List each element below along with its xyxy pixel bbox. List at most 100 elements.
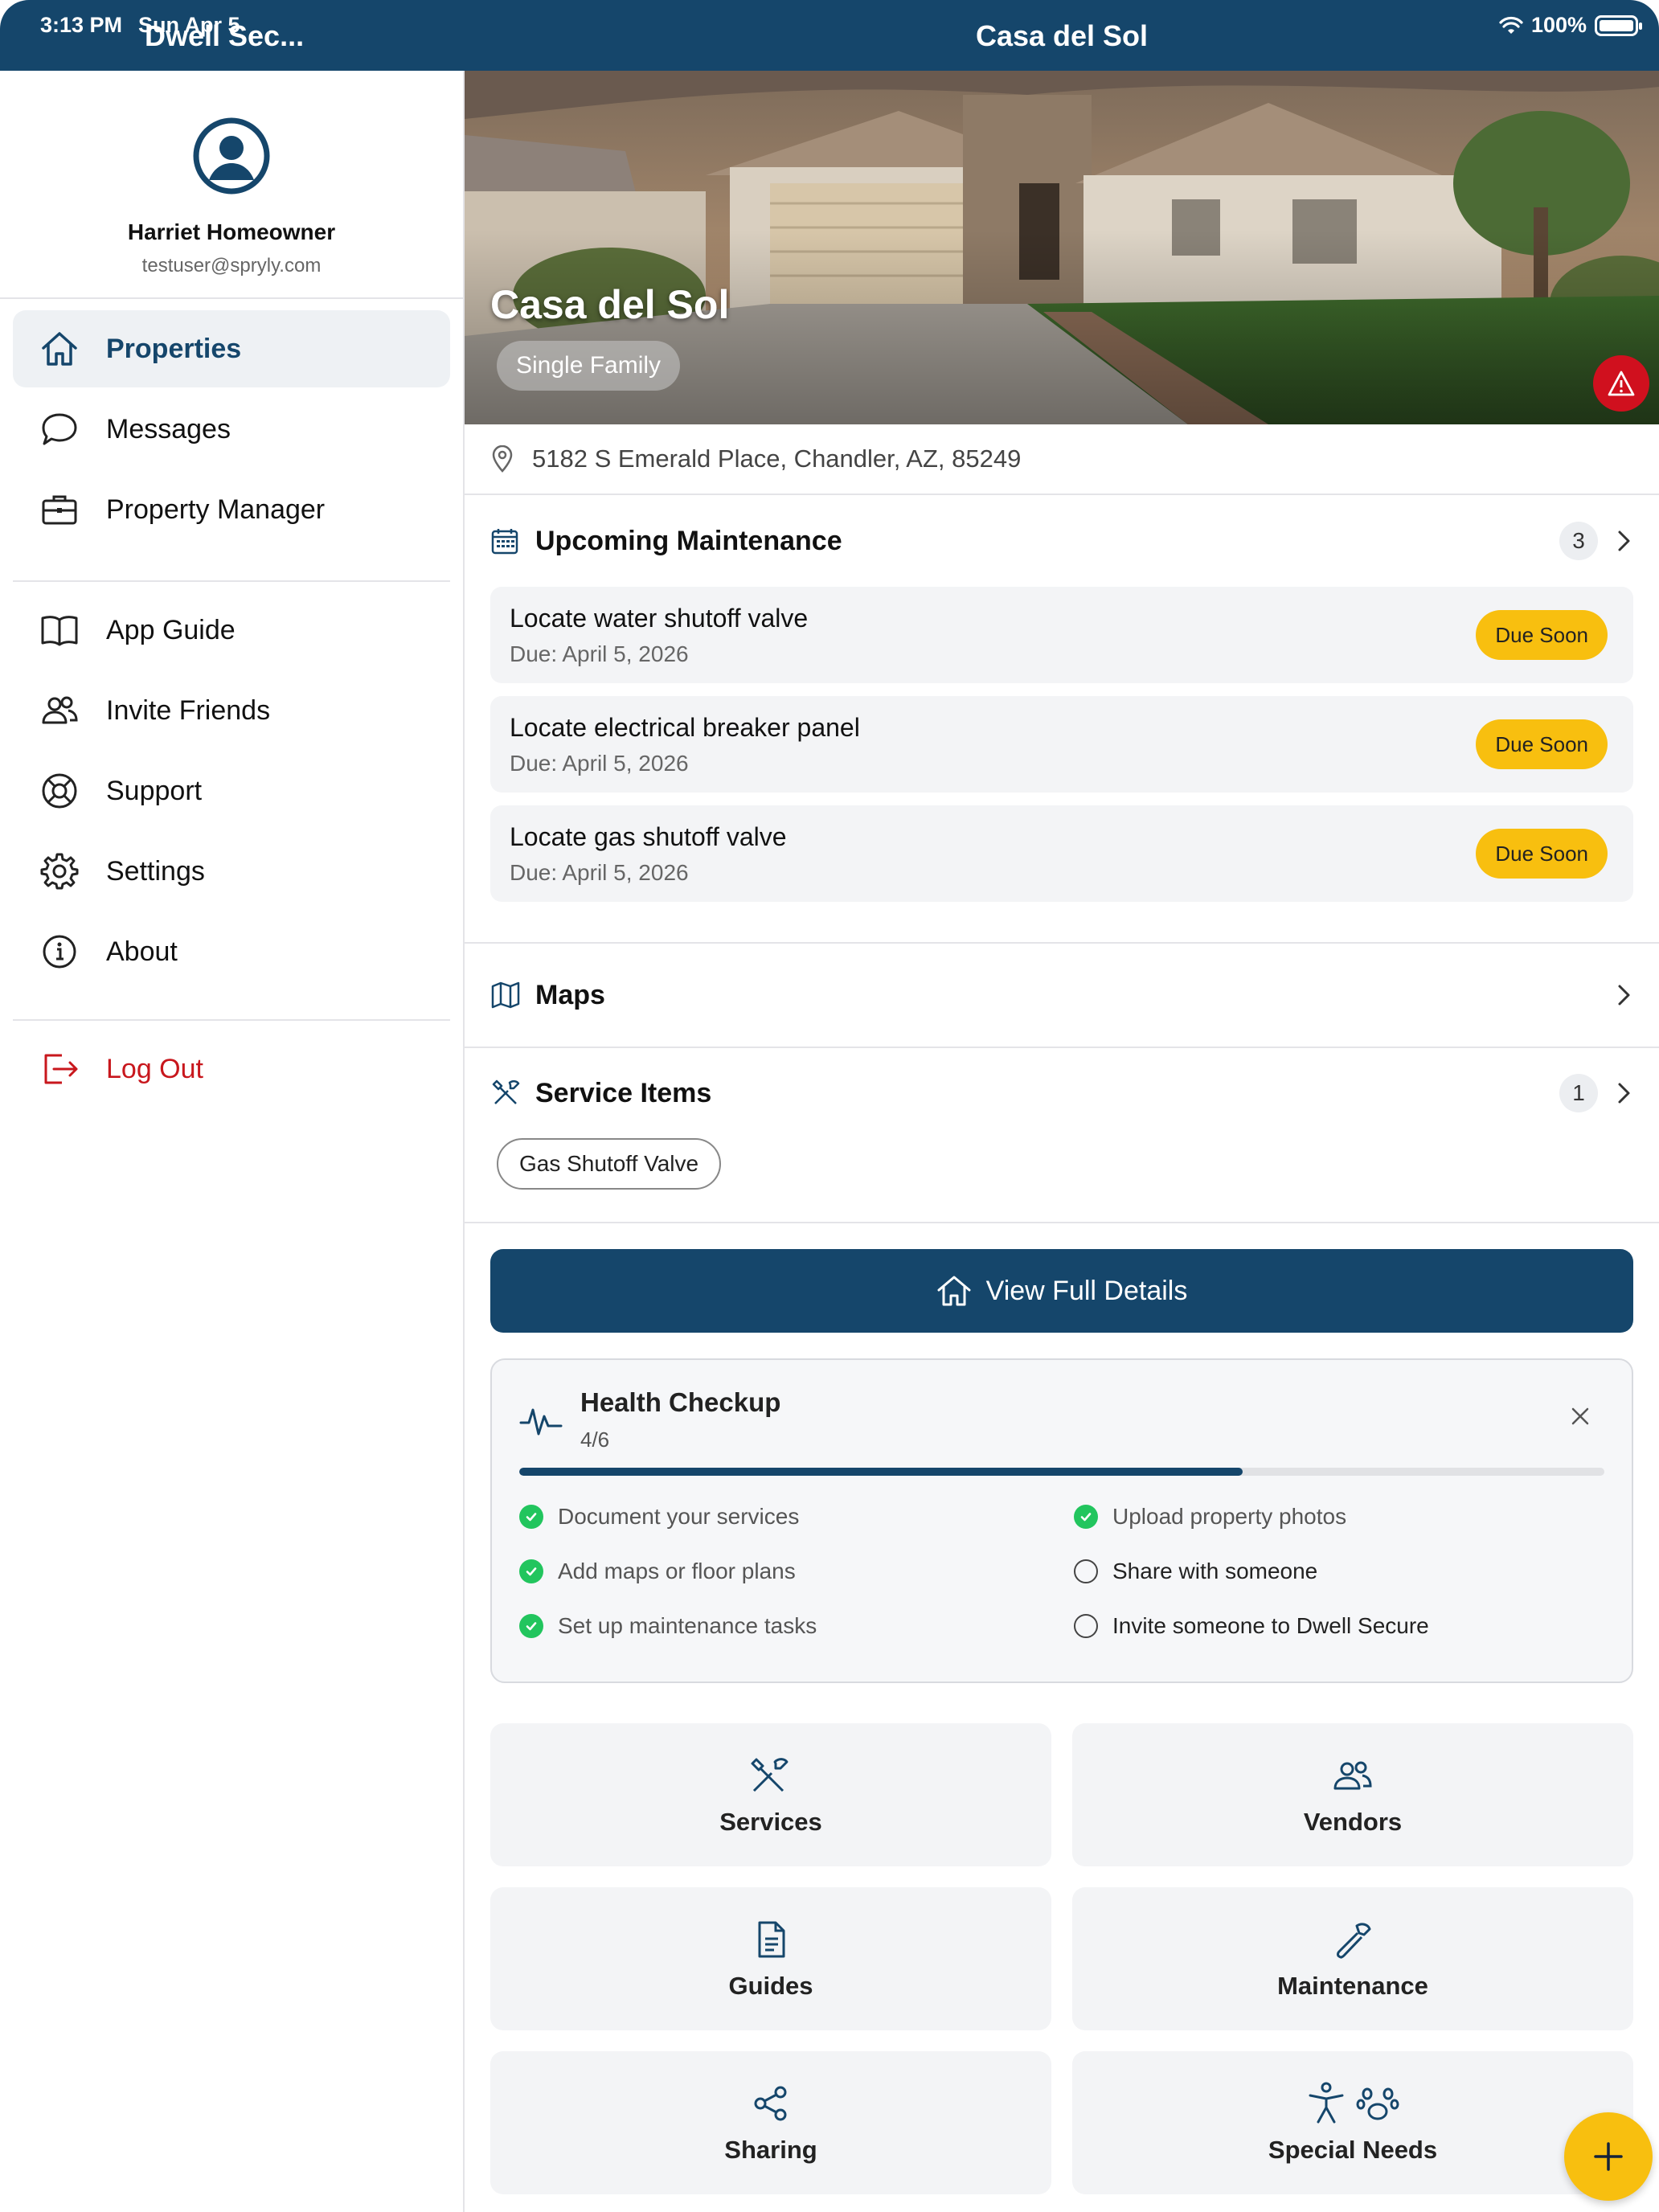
- tools-icon: [490, 1078, 521, 1108]
- logout-button[interactable]: Log Out: [13, 1030, 450, 1108]
- tools-icon: [748, 1753, 794, 1798]
- maintenance-due: Due: April 5, 2026: [510, 750, 689, 776]
- info-icon: [39, 931, 80, 973]
- checklist-item[interactable]: Invite someone to Dwell Secure: [1074, 1612, 1604, 1640]
- section-title: Maps: [535, 979, 605, 1010]
- tile-label: Services: [719, 1808, 822, 1836]
- sidebar-item-property-manager[interactable]: Property Manager: [13, 471, 450, 548]
- view-full-details-label: View Full Details: [985, 1275, 1188, 1306]
- checklist-item: Document your services: [519, 1503, 1074, 1530]
- maintenance-count-badge: 3: [1559, 522, 1598, 560]
- logout-label: Log Out: [106, 1053, 203, 1084]
- upcoming-maintenance-header[interactable]: Upcoming Maintenance 3: [465, 495, 1659, 587]
- add-button[interactable]: [1564, 2112, 1653, 2201]
- tile-special-needs[interactable]: Special Needs: [1072, 2051, 1633, 2194]
- health-checkup-count: 4/6: [580, 1428, 610, 1452]
- due-soon-badge: Due Soon: [1476, 829, 1608, 879]
- section-title: Upcoming Maintenance: [535, 525, 842, 556]
- checklist-label: Add maps or floor plans: [558, 1559, 796, 1583]
- maps-header[interactable]: Maps: [465, 944, 1659, 1047]
- accessibility-icon: [1309, 2082, 1344, 2124]
- check-circle-icon: [519, 1614, 543, 1638]
- tile-maintenance[interactable]: Maintenance: [1072, 1887, 1633, 2030]
- maintenance-item[interactable]: Locate electrical breaker panel Due: Apr…: [490, 696, 1633, 793]
- maintenance-item[interactable]: Locate gas shutoff valve Due: April 5, 2…: [490, 805, 1633, 902]
- paw-icon: [1356, 2087, 1399, 2120]
- tile-sharing[interactable]: Sharing: [490, 2051, 1051, 2194]
- checklist-label: Document your services: [558, 1504, 800, 1529]
- view-full-details-button[interactable]: View Full Details: [490, 1249, 1633, 1333]
- profile-section[interactable]: Harriet Homeowner testuser@spryly.com: [0, 71, 463, 299]
- health-checklist: Document your services Upload property ph…: [519, 1503, 1604, 1640]
- checklist-item[interactable]: Share with someone: [1074, 1558, 1604, 1585]
- tile-label: Vendors: [1303, 1808, 1403, 1836]
- sidebar-item-properties[interactable]: Properties: [13, 310, 450, 387]
- service-items-header[interactable]: Service Items 1: [465, 1048, 1659, 1138]
- sidebar-item-invite-friends[interactable]: Invite Friends: [13, 672, 450, 749]
- sidebar-item-label: Settings: [106, 855, 205, 887]
- accessibility-paw-icon: [1306, 2081, 1399, 2126]
- sidebar-item-label: Properties: [106, 333, 242, 364]
- maintenance-due: Due: April 5, 2026: [510, 641, 689, 666]
- property-hero[interactable]: Casa del Sol Single Family: [465, 71, 1659, 424]
- sidebar-item-settings[interactable]: Settings: [13, 833, 450, 910]
- battery-percent: 100%: [1530, 13, 1587, 37]
- briefcase-icon: [39, 489, 80, 530]
- nav-divider: [13, 580, 450, 582]
- service-items-section: Service Items 1 Gas Shutoff Valve: [465, 1048, 1659, 1223]
- profile-name: Harriet Homeowner: [127, 219, 336, 244]
- maintenance-due: Due: April 5, 2026: [510, 859, 689, 885]
- due-soon-badge: Due Soon: [1476, 610, 1608, 660]
- sidebar-app-title: Dwell Sec...: [145, 19, 305, 52]
- maps-section: Maps: [465, 944, 1659, 1048]
- checklist-item: Set up maintenance tasks: [519, 1612, 1074, 1640]
- empty-circle-icon: [1074, 1559, 1098, 1583]
- empty-circle-icon: [1074, 1614, 1098, 1638]
- tile-vendors[interactable]: Vendors: [1072, 1723, 1633, 1866]
- tile-label: Maintenance: [1277, 1972, 1428, 2000]
- maintenance-item[interactable]: Locate water shutoff valve Due: April 5,…: [490, 587, 1633, 683]
- sidebar-item-label: Invite Friends: [106, 694, 271, 726]
- wrench-icon: [1333, 1917, 1373, 1962]
- sidebar-item-support[interactable]: Support: [13, 752, 450, 830]
- checklist-label: Invite someone to Dwell Secure: [1112, 1613, 1429, 1638]
- close-icon[interactable]: [1571, 1407, 1590, 1426]
- check-circle-icon: [1074, 1505, 1098, 1529]
- battery-icon: [1595, 14, 1642, 36]
- health-progress-bar: [519, 1468, 1604, 1476]
- health-checkup-title: Health Checkup: [580, 1387, 781, 1417]
- sidebar-item-label: Support: [106, 775, 203, 806]
- map-icon: [490, 980, 521, 1010]
- wifi-icon: [1499, 16, 1523, 34]
- health-checkup-card: Health Checkup 4/6 Document your service…: [490, 1358, 1633, 1683]
- location-pin-icon: [492, 445, 513, 473]
- checklist-item: Add maps or floor plans: [519, 1558, 1074, 1585]
- due-soon-badge: Due Soon: [1476, 719, 1608, 769]
- tile-guides[interactable]: Guides: [490, 1887, 1051, 2030]
- checklist-label: Upload property photos: [1112, 1504, 1347, 1529]
- feature-tiles: Services Vendors Guides Maintenance Shar…: [490, 1723, 1633, 2194]
- home-icon: [39, 328, 80, 370]
- sidebar-item-label: Messages: [106, 413, 231, 444]
- lifebuoy-icon: [39, 770, 80, 812]
- sidebar-item-messages[interactable]: Messages: [13, 391, 450, 468]
- sidebar-header: 3:13 PM Sun Apr 5 Dwell Sec...: [0, 0, 465, 71]
- tile-services[interactable]: Services: [490, 1723, 1051, 1866]
- address-text: 5182 S Emerald Place, Chandler, AZ, 8524…: [532, 444, 1022, 473]
- sidebar-item-label: Property Manager: [106, 494, 326, 525]
- sidebar-item-label: App Guide: [106, 614, 236, 645]
- service-item-chip[interactable]: Gas Shutoff Valve: [497, 1138, 722, 1190]
- upcoming-maintenance-section: Upcoming Maintenance 3 Locate water shut…: [465, 495, 1659, 944]
- sidebar-item-about[interactable]: About: [13, 913, 450, 990]
- home-icon: [936, 1274, 972, 1308]
- sidebar-item-label: About: [106, 936, 178, 967]
- maintenance-title: Locate electrical breaker panel: [510, 712, 860, 742]
- section-title: Service Items: [535, 1077, 712, 1108]
- sidebar-item-app-guide[interactable]: App Guide: [13, 592, 450, 669]
- plus-icon: [1594, 2142, 1623, 2171]
- property-name: Casa del Sol: [490, 282, 730, 327]
- maintenance-title: Locate gas shutoff valve: [510, 821, 787, 851]
- alert-button[interactable]: [1593, 355, 1649, 412]
- tile-label: Special Needs: [1268, 2136, 1438, 2164]
- property-address[interactable]: 5182 S Emerald Place, Chandler, AZ, 8524…: [465, 424, 1659, 495]
